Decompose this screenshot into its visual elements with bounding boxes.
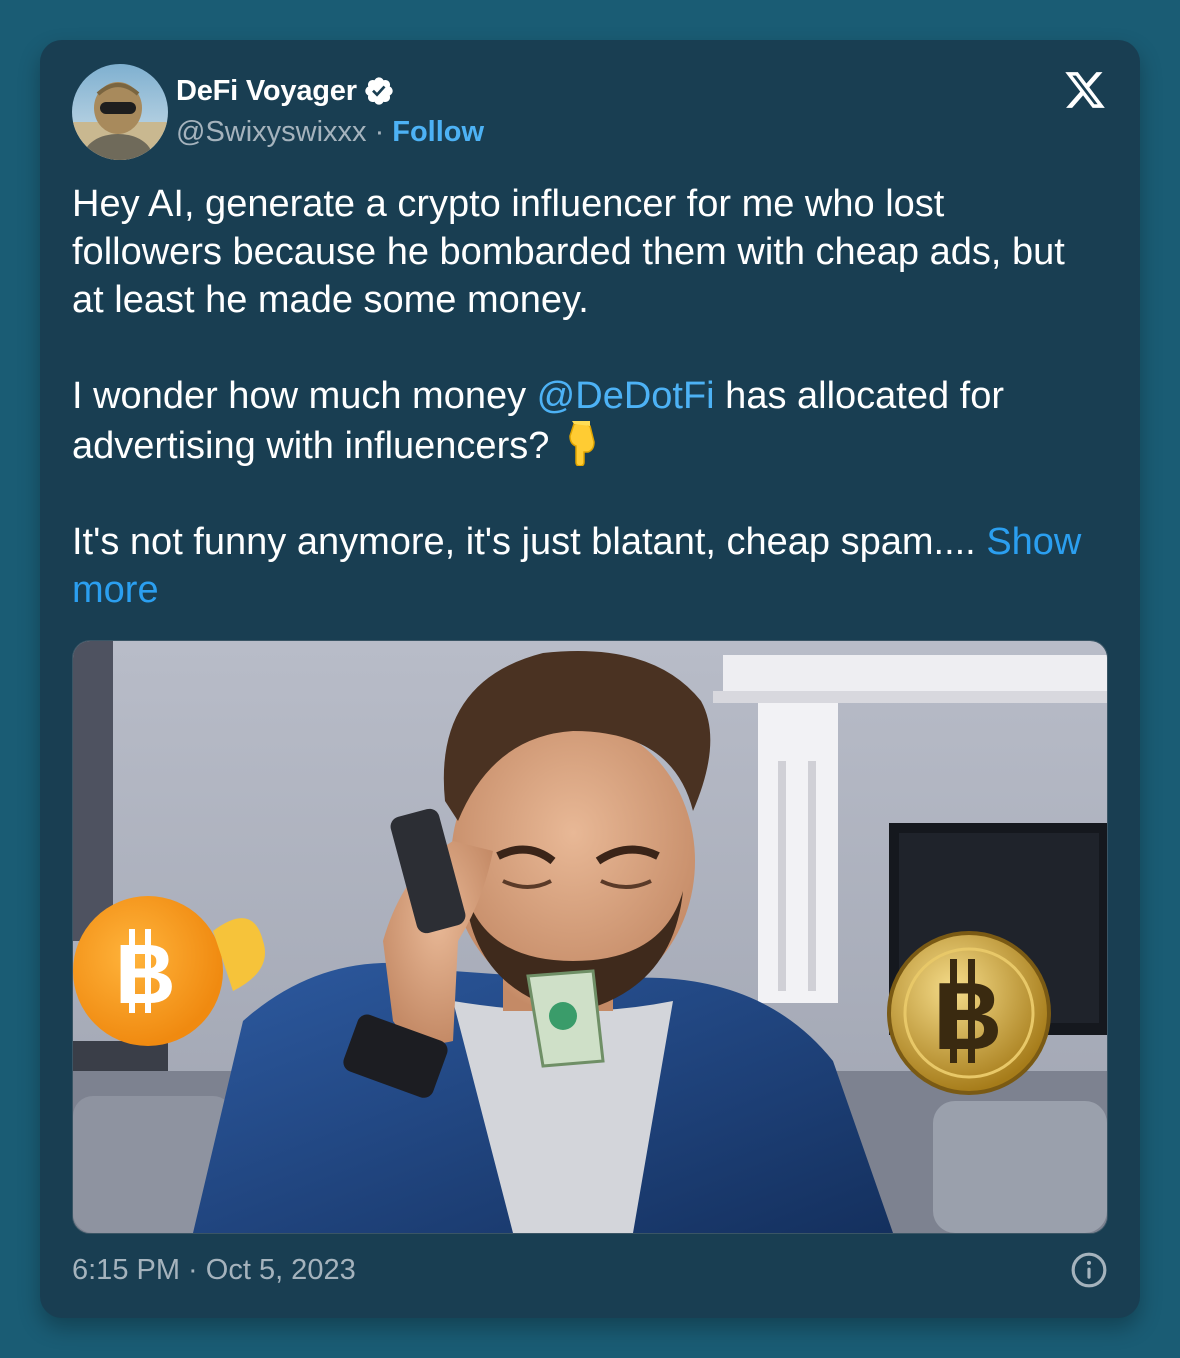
tweet-paragraph: It's not funny anymore, it's just blatan…	[72, 518, 1092, 614]
author-display-name[interactable]: DeFi Voyager	[176, 75, 357, 108]
x-logo-icon[interactable]	[1062, 68, 1108, 112]
handle-separator: ·	[374, 115, 385, 148]
mention-link[interactable]: @DeDotFi	[537, 375, 715, 417]
verified-badge-icon	[365, 77, 393, 105]
tweet-image[interactable]: B B	[72, 640, 1108, 1234]
tweet-header: DeFi Voyager @Swixyswixxx · Follow	[72, 64, 1108, 164]
backhand-index-pointing-down-icon	[569, 421, 595, 466]
tweet-text-segment: It's not funny anymore, it's just blatan…	[72, 521, 987, 563]
tweet-paragraph: Hey AI, generate a crypto influencer for…	[72, 183, 1065, 321]
tweet-text-segment: I wonder how much money	[72, 375, 537, 417]
tweet-timestamp[interactable]: 6:15 PM · Oct 5, 2023	[72, 1254, 356, 1287]
tweet-paragraph: I wonder how much money @DeDotFi has all…	[72, 372, 1092, 470]
tweet-text: Hey AI, generate a crypto influencer for…	[72, 180, 1092, 614]
svg-text:B: B	[933, 963, 1002, 1070]
author-info: DeFi Voyager @Swixyswixxx · Follow	[176, 72, 484, 152]
follow-button[interactable]: Follow	[392, 116, 484, 149]
author-handle[interactable]: @Swixyswixxx	[176, 116, 367, 149]
avatar[interactable]	[72, 64, 168, 160]
tweet-card: DeFi Voyager @Swixyswixxx · Follow Hey A…	[40, 40, 1140, 1318]
tweet-footer: 6:15 PM · Oct 5, 2023	[72, 1248, 1108, 1292]
info-icon[interactable]	[1070, 1251, 1108, 1289]
